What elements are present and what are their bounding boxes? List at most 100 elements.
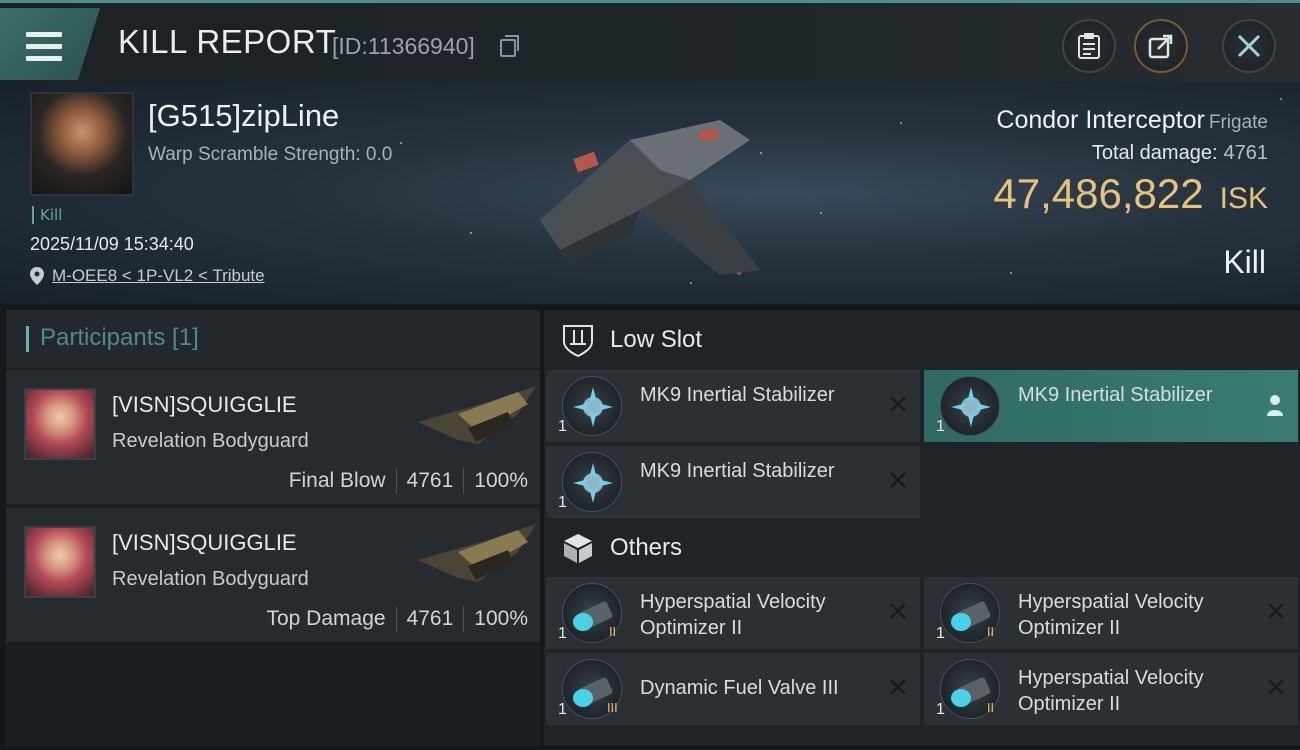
- participant-name: [VISN]SQUIGGLIE: [112, 530, 297, 555]
- participants-title: Participants [1]: [40, 324, 199, 351]
- inertial-stabilizer-icon: [562, 376, 622, 436]
- low-slot-header: Low Slot: [544, 312, 1298, 368]
- total-damage-label: Total damage:: [1091, 142, 1218, 164]
- svg-text:II: II: [609, 625, 616, 639]
- module-quantity: 1: [936, 418, 945, 435]
- top-bar: KILL REPORT [ID:11366940]: [0, 0, 1300, 82]
- inertial-stabilizer-icon: [940, 376, 1000, 436]
- participant-percent: 100%: [474, 469, 528, 492]
- location-text[interactable]: M-OEE8 < 1P-VL2 < Tribute: [52, 266, 265, 286]
- participant-percent: 100%: [474, 607, 528, 630]
- report-id: [ID:11366940]: [332, 33, 475, 59]
- participant-stats: Final Blow 4761 100%: [289, 468, 528, 494]
- victim-ship-name[interactable]: Condor Interceptor Frigate: [996, 106, 1268, 135]
- module-card[interactable]: III 1 Dynamic Fuel Valve III: [546, 653, 920, 725]
- participant-row[interactable]: [VISN]SQUIGGLIE Revelation Bodyguard Fin…: [6, 370, 540, 506]
- module-card[interactable]: 1 MK9 Inertial Stabilizer: [546, 370, 920, 442]
- others-header: Others: [544, 520, 1298, 576]
- clipboard-button[interactable]: [1062, 19, 1116, 73]
- module-quantity: 1: [936, 625, 945, 642]
- ship-class: Frigate: [1208, 112, 1268, 133]
- participant-ship-image: [418, 386, 536, 444]
- participant-avatar[interactable]: [24, 526, 96, 598]
- divider: [463, 468, 465, 494]
- module-card[interactable]: II 1 Hyperspatial Velocity Optimizer II: [546, 577, 920, 649]
- velocity-optimizer-icon: II: [562, 583, 622, 643]
- participant-row[interactable]: [VISN]SQUIGGLIE Revelation Bodyguard Top…: [6, 508, 540, 644]
- close-button[interactable]: [1222, 19, 1276, 73]
- module-quantity: 1: [936, 701, 945, 718]
- module-name: Hyperspatial Velocity Optimizer II: [1018, 591, 1204, 639]
- share-button[interactable]: [1134, 19, 1188, 73]
- victim-summary: [G515]zipLine Warp Scramble Strength: 0.…: [0, 82, 1300, 304]
- participant-avatar[interactable]: [24, 388, 96, 460]
- victim-ship-image: [540, 120, 760, 276]
- inertial-stabilizer-icon: [562, 452, 622, 512]
- participant-stats: Top Damage 4761 100%: [266, 606, 528, 632]
- isk-unit: ISK: [1219, 182, 1268, 215]
- page-title: KILL REPORT: [118, 23, 337, 60]
- others-title: Others: [610, 534, 683, 561]
- participants-header: Participants [1]: [6, 310, 540, 368]
- destroyed-x-icon: [1268, 603, 1284, 619]
- victim-avatar[interactable]: [30, 92, 134, 196]
- shield-slot-icon: [563, 325, 593, 358]
- module-name: Hyperspatial Velocity Optimizer II: [1018, 667, 1204, 715]
- participant-damage: 4761: [406, 469, 454, 492]
- low-slot-title: Low Slot: [610, 326, 703, 353]
- kill-datetime: 2025/11/09 15:34:40: [30, 234, 194, 254]
- share-icon: [1148, 34, 1173, 59]
- cube-icon: [564, 534, 592, 563]
- total-damage: Total damage: 4761: [1092, 142, 1268, 165]
- participant-name: [VISN]SQUIGGLIE: [112, 392, 297, 417]
- module-card-dropped[interactable]: 1 MK9 Inertial Stabilizer: [924, 370, 1298, 442]
- ship-type: Condor Interceptor: [996, 106, 1205, 134]
- velocity-optimizer-icon: II: [940, 659, 1000, 719]
- isk-amount: 47,486,822: [993, 170, 1204, 217]
- menu-button[interactable]: [0, 8, 100, 80]
- clipboard-icon: [1078, 33, 1100, 59]
- location-pin-icon: [30, 267, 44, 285]
- svg-text:II: II: [987, 701, 994, 715]
- kill-location[interactable]: M-OEE8 < 1P-VL2 < Tribute: [30, 266, 265, 286]
- module-name: MK9 Inertial Stabilizer: [1018, 384, 1213, 406]
- module-quantity: 1: [558, 701, 567, 718]
- destroyed-x-icon: [1268, 679, 1284, 695]
- person-icon: [1267, 395, 1283, 416]
- participant-role: Final Blow: [288, 469, 386, 492]
- participant-damage: 4761: [406, 607, 454, 630]
- victim-name[interactable]: [G515]zipLine: [148, 98, 339, 134]
- module-quantity: 1: [558, 418, 567, 435]
- destroyed-x-icon: [890, 603, 906, 619]
- module-name: MK9 Inertial Stabilizer: [640, 384, 835, 406]
- module-name: MK9 Inertial Stabilizer: [640, 460, 835, 482]
- destroyed-x-icon: [890, 396, 906, 412]
- divider: [395, 606, 397, 632]
- destroyed-x-icon: [890, 679, 906, 695]
- divider: [463, 606, 465, 632]
- copy-icon[interactable]: [500, 35, 519, 57]
- header-accent-bar: [26, 326, 29, 352]
- warp-scramble-strength: Warp Scramble Strength: 0.0: [148, 144, 393, 165]
- participant-ship: Revelation Bodyguard: [112, 568, 309, 590]
- module-card[interactable]: II 1 Hyperspatial Velocity Optimizer II: [924, 653, 1298, 725]
- kill-tag: Kill: [32, 206, 62, 224]
- close-icon: [1237, 34, 1261, 58]
- participants-panel: Participants [1] [VISN]SQUIGGLIE Revelat…: [6, 310, 540, 746]
- svg-text:III: III: [607, 701, 618, 715]
- svg-text:II: II: [987, 625, 994, 639]
- module-card[interactable]: 1 MK9 Inertial Stabilizer: [546, 446, 920, 518]
- velocity-optimizer-icon: II: [940, 583, 1000, 643]
- menu-icon: [26, 32, 62, 61]
- destroyed-x-icon: [890, 472, 906, 488]
- fuel-valve-icon: III: [562, 659, 622, 719]
- module-name: Dynamic Fuel Valve III: [640, 677, 839, 699]
- total-damage-value: 4761: [1223, 142, 1269, 164]
- participant-ship-image: [418, 524, 536, 582]
- module-card[interactable]: II 1 Hyperspatial Velocity Optimizer II: [924, 577, 1298, 649]
- module-quantity: 1: [558, 494, 567, 511]
- participant-role: Top Damage: [266, 607, 386, 630]
- participant-ship: Revelation Bodyguard: [112, 430, 309, 452]
- isk-value: 47,486,822 ISK: [993, 170, 1268, 218]
- divider: [395, 468, 397, 494]
